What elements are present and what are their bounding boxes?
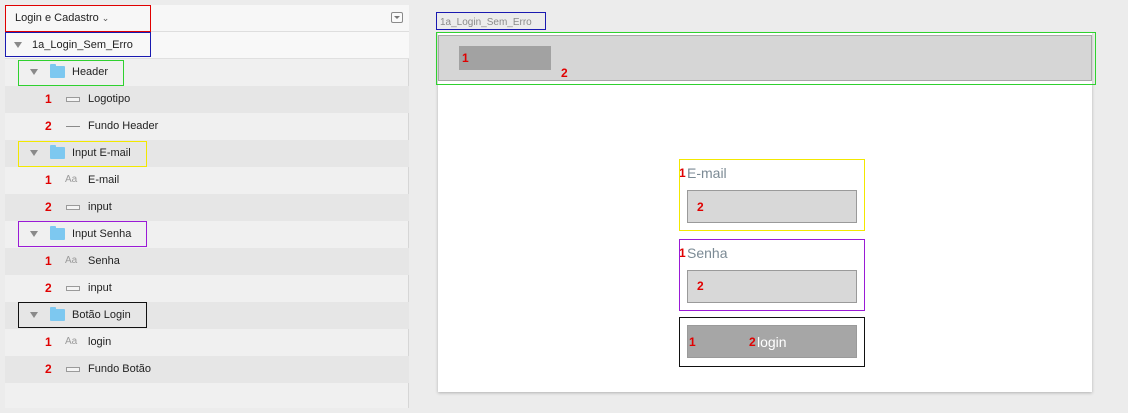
layer-row-senha-input[interactable]: 2 input: [5, 275, 409, 302]
layer-label: Fundo Botão: [88, 363, 151, 375]
disclosure-triangle-icon[interactable]: [30, 150, 38, 156]
layer-row-senha-text[interactable]: 1 Aa Senha: [5, 248, 409, 275]
rectangle-icon: [66, 286, 80, 291]
logo-placeholder[interactable]: [459, 46, 551, 70]
layer-label: Senha: [88, 255, 120, 267]
text-icon: Aa: [65, 174, 78, 185]
annotation-number: 1: [689, 335, 696, 349]
folder-icon: [50, 307, 65, 321]
email-input[interactable]: [687, 190, 857, 223]
disclosure-triangle-icon[interactable]: [30, 69, 38, 75]
artboard-title[interactable]: 1a_Login_Sem_Erro: [440, 17, 532, 28]
annotation-number: 1: [45, 254, 52, 268]
layer-label: Input Senha: [72, 228, 132, 240]
annotation-number: 2: [561, 66, 568, 80]
folder-icon: [50, 226, 65, 240]
annotation-number: 2: [45, 362, 52, 376]
layer-row-group-input-email[interactable]: Input E-mail: [5, 140, 409, 167]
layer-label: login: [88, 336, 112, 348]
layers-panel: Login e Cadastro ⌄ 1a_Login_Sem_Erro Head…: [5, 5, 409, 408]
annotation-number: 2: [45, 119, 52, 133]
layer-row-artboard[interactable]: 1a_Login_Sem_Erro: [5, 32, 409, 59]
collapse-panel-icon[interactable]: [391, 12, 403, 23]
layer-row-fundo-botao[interactable]: 2 Fundo Botão: [5, 356, 409, 383]
layer-label: input: [88, 282, 112, 294]
layer-label: Logotipo: [88, 93, 131, 105]
annotation-number: 1: [45, 173, 52, 187]
layer-row-group-input-senha[interactable]: Input Senha: [5, 221, 409, 248]
disclosure-triangle-icon[interactable]: [14, 42, 22, 48]
text-icon: Aa: [65, 255, 78, 266]
annotation-number: 1: [45, 335, 52, 349]
senha-input[interactable]: [687, 270, 857, 303]
disclosure-triangle-icon[interactable]: [30, 312, 38, 318]
chevron-down-icon: ⌄: [101, 13, 110, 23]
layer-row-group-header[interactable]: Header: [5, 59, 409, 86]
line-icon: [66, 126, 80, 127]
page-selector-label: Login e Cadastro: [15, 12, 99, 24]
page-selector[interactable]: Login e Cadastro ⌄: [15, 12, 109, 24]
layer-row-email-text[interactable]: 1 Aa E-mail: [5, 167, 409, 194]
annotation-number: 1: [45, 92, 52, 106]
annotation-number: 2: [697, 200, 704, 214]
panel-header: Login e Cadastro ⌄: [5, 5, 409, 32]
annotation-number: 1: [462, 51, 469, 65]
text-icon: Aa: [65, 336, 78, 347]
layer-row-group-botao-login[interactable]: Botão Login: [5, 302, 409, 329]
folder-icon: [50, 64, 65, 78]
layer-row-fundo-header[interactable]: 2 Fundo Header: [5, 113, 409, 140]
annotation-number: 2: [749, 335, 756, 349]
layer-label: input: [88, 201, 112, 213]
layer-row-email-input[interactable]: 2 input: [5, 194, 409, 221]
annotation-number: 1: [679, 246, 686, 260]
rectangle-icon: [66, 205, 80, 210]
layer-row-login-text[interactable]: 1 Aa login: [5, 329, 409, 356]
layer-label: E-mail: [88, 174, 120, 186]
layer-label: Fundo Header: [88, 120, 159, 132]
annotation-number: 2: [45, 200, 52, 214]
disclosure-triangle-icon[interactable]: [30, 231, 38, 237]
email-label: E-mail: [687, 165, 727, 181]
layer-label: Botão Login: [72, 309, 131, 321]
layer-label: Header: [72, 66, 109, 78]
sketch-window: { "page_selector": { "label": "Login e C…: [0, 0, 1128, 413]
login-button-label: login: [757, 334, 787, 350]
rectangle-icon: [66, 367, 80, 372]
rectangle-icon: [66, 97, 80, 102]
layer-row-logotipo[interactable]: 1 Logotipo: [5, 86, 409, 113]
annotation-number: 2: [697, 279, 704, 293]
layer-label: 1a_Login_Sem_Erro: [32, 39, 133, 51]
annotation-number: 1: [679, 166, 686, 180]
layer-label: Input E-mail: [72, 147, 131, 159]
folder-icon: [50, 145, 65, 159]
annotation-number: 2: [45, 281, 52, 295]
senha-label: Senha: [687, 245, 728, 261]
